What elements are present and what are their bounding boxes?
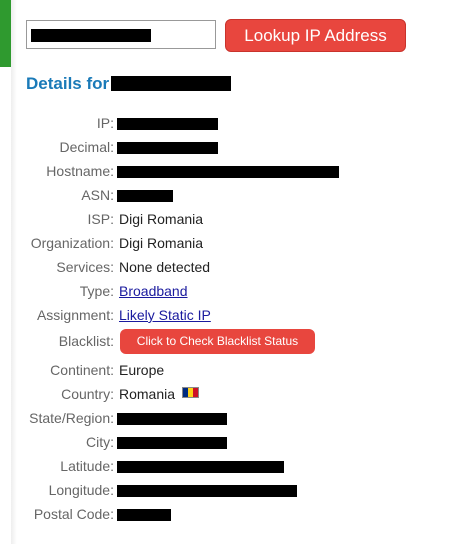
redacted-value: [117, 509, 171, 521]
details-title-text: Details for: [26, 74, 110, 93]
row-asn: ASN:: [0, 187, 456, 207]
redacted-input-value: [31, 29, 151, 42]
row-assignment: Assignment: Likely Static IP: [0, 307, 456, 327]
row-services: Services: None detected: [0, 259, 456, 279]
row-label: Longitude:: [48, 482, 114, 498]
row-continent: Continent: Europe: [0, 362, 456, 382]
ip-search-input[interactable]: [26, 20, 216, 49]
row-state-region: State/Region:: [0, 410, 456, 430]
row-value: Romania: [119, 386, 176, 402]
row-label: Assignment:: [36, 307, 114, 323]
row-label: Latitude:: [60, 458, 114, 474]
assignment-link[interactable]: Likely Static IP: [119, 307, 211, 323]
row-ip: IP:: [0, 115, 456, 135]
row-longitude: Longitude:: [0, 482, 456, 502]
row-label: Organization:: [30, 235, 114, 251]
row-label: Decimal:: [59, 139, 114, 155]
redacted-value: [117, 190, 173, 202]
lookup-ip-button[interactable]: Lookup IP Address: [225, 19, 406, 52]
redacted-value: [117, 413, 227, 425]
redacted-value: [117, 142, 218, 154]
row-label: Country:: [61, 386, 114, 402]
row-label: Hostname:: [46, 163, 114, 179]
row-organization: Organization: Digi Romania: [0, 235, 456, 255]
row-label: State/Region:: [29, 410, 114, 426]
row-value: Digi Romania: [119, 211, 204, 227]
row-decimal: Decimal:: [0, 139, 456, 159]
side-accent-bar: [0, 0, 11, 67]
row-hostname: Hostname:: [0, 163, 456, 183]
type-link[interactable]: Broadband: [119, 283, 188, 299]
row-value: Europe: [119, 362, 165, 378]
row-label: IP:: [96, 115, 114, 131]
row-city: City:: [0, 434, 456, 454]
redacted-value: [117, 166, 339, 178]
row-isp: ISP: Digi Romania: [0, 211, 456, 231]
redacted-value: [117, 485, 297, 497]
row-label: Services:: [56, 259, 114, 275]
check-blacklist-button[interactable]: Click to Check Blacklist Status: [120, 329, 315, 354]
row-label: ISP:: [87, 211, 114, 227]
row-label: Continent:: [50, 362, 114, 378]
row-value: Digi Romania: [119, 235, 204, 251]
row-type: Type: Broadband: [0, 283, 456, 303]
details-heading: Details for: [26, 74, 232, 94]
redacted-value: [117, 118, 218, 130]
row-latitude: Latitude:: [0, 458, 456, 478]
row-label: Type:: [79, 283, 114, 299]
row-postal-code: Postal Code:: [0, 506, 456, 526]
row-label: Postal Code:: [33, 506, 114, 522]
redacted-ip: [111, 76, 232, 91]
redacted-value: [117, 461, 284, 473]
row-label: ASN:: [81, 187, 114, 203]
flag-romania-icon: [182, 387, 199, 398]
redacted-value: [117, 437, 227, 449]
row-value: None detected: [119, 259, 211, 275]
row-label: City:: [86, 434, 114, 450]
row-label: Blacklist:: [58, 333, 114, 349]
row-country: Country: Romania: [0, 386, 456, 406]
